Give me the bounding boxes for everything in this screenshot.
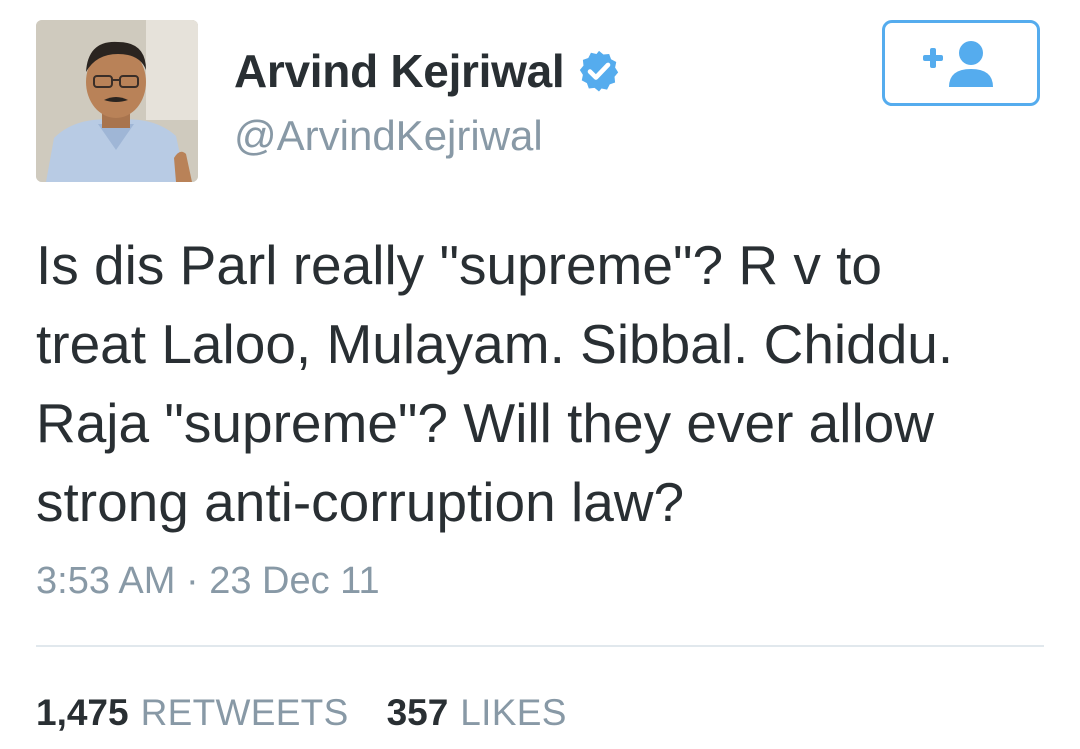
tweet-stats: 1,475 RETWEETS 357 LIKES <box>36 692 567 734</box>
likes-count[interactable]: 357 <box>387 692 449 734</box>
user-handle[interactable]: @ArvindKejriwal <box>234 112 543 160</box>
tweet-line: strong anti-corruption law? <box>36 471 685 533</box>
tweet-line: Is dis Parl really "supreme"? R v to <box>36 234 883 296</box>
profile-photo-icon <box>36 20 198 182</box>
follow-button[interactable] <box>882 20 1040 106</box>
tweet-text: Is dis Parl really "supreme"? R v to tre… <box>36 226 1046 542</box>
tweet-timestamp[interactable]: 3:53 AM · 23 Dec 11 <box>36 560 380 603</box>
likes-label[interactable]: LIKES <box>460 692 566 734</box>
retweets-label[interactable]: RETWEETS <box>141 692 349 734</box>
tweet-line: treat Laloo, Mulayam. Sibbal. Chiddu. <box>36 313 954 375</box>
user-name-row: Arvind Kejriwal <box>234 40 622 102</box>
follow-user-icon <box>923 41 993 87</box>
retweets-count[interactable]: 1,475 <box>36 692 129 734</box>
verified-badge-icon <box>580 50 619 92</box>
display-name[interactable]: Arvind Kejriwal <box>234 44 565 98</box>
divider <box>36 645 1044 647</box>
avatar[interactable] <box>36 20 198 182</box>
tweet-line: Raja "supreme"? Will they ever allow <box>36 392 934 454</box>
